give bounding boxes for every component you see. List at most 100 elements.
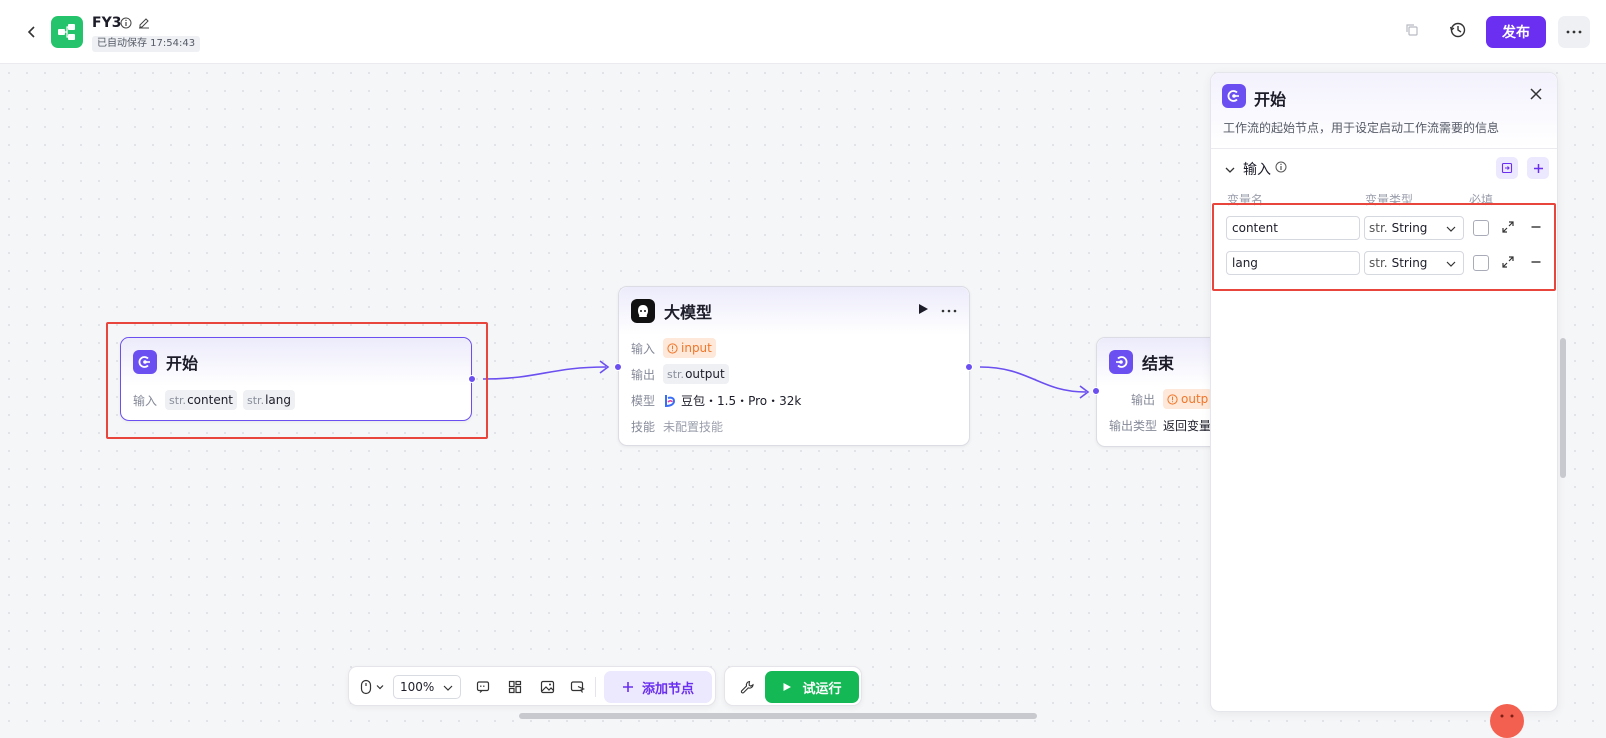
face-icon [1500,714,1514,718]
history-icon[interactable] [1449,21,1467,42]
edge-arrow-llm [599,360,610,374]
comment-icon [476,681,490,693]
close-icon[interactable] [1529,87,1543,104]
select-cursor-icon [570,681,585,693]
chevron-down-icon [376,685,383,690]
autosave-status: 已自动保存 17:54:43 [92,36,201,52]
chevron-down-icon [443,685,453,691]
end-icon [1116,356,1128,368]
comment-button[interactable] [469,667,497,707]
vertical-scrollbar[interactable] [1560,338,1566,478]
llm-output-label: 输出 [631,367,656,382]
warning-icon [667,342,678,354]
doubao-logo-icon [665,394,676,407]
llm-model-value: 豆包・1.5・Pro・32k [681,393,802,408]
plus-icon [1533,163,1543,173]
start-node-title: 开始 [166,354,199,373]
input-label: 输入 [133,393,158,408]
info-icon[interactable] [1275,161,1287,176]
input-chip-content: str. content [165,390,238,410]
edge-start-to-llm [482,366,607,380]
app-logo [51,16,83,48]
start-icon [138,356,150,368]
llm-input-handle[interactable] [614,363,622,371]
llm-input-row: 输入 input [619,335,969,361]
interaction-mode-button[interactable] [357,667,387,707]
panel-description: 工作流的起始节点，用于设定启动工作流需要的信息 [1223,121,1500,135]
llm-model-icon [638,305,648,317]
publish-button[interactable]: 发布 [1486,16,1546,48]
zoom-select[interactable]: 100% [393,675,461,699]
end-output-chip: outp [1163,389,1213,409]
more-horizontal-icon[interactable] [941,301,957,317]
start-node-inputs-row: 输入 str. content str. lang [121,387,471,413]
mouse-icon [360,679,371,695]
import-icon [1501,162,1513,174]
chevron-left-icon [27,26,35,38]
llm-node-header: 大模型 [619,287,969,335]
select-area-button[interactable] [563,667,591,707]
assistant-avatar[interactable] [1490,704,1524,738]
edge-llm-to-end [979,366,1087,393]
end-output-type-label: 输出类型 [1109,418,1158,433]
add-node-button[interactable]: 添加节点 [604,671,712,703]
plus-icon [622,682,633,692]
warning-icon [1167,393,1178,405]
import-variables-button[interactable] [1496,157,1518,179]
debug-tools-button[interactable] [733,667,761,707]
end-node-title: 结束 [1142,354,1175,373]
llm-output-row: 输出 str. output [619,361,969,387]
image-icon [540,680,554,694]
canvas-toolbar: 100% 添加节点 [348,666,716,706]
more-horizontal-icon [1566,30,1582,34]
add-variable-button[interactable] [1527,157,1549,179]
test-run-label: 试运行 [802,681,842,697]
input-section-title: 输入 [1243,162,1271,178]
llm-skill-label: 技能 [631,419,656,434]
start-icon [1227,90,1239,102]
llm-node-title: 大模型 [664,303,713,322]
panel-title: 开始 [1254,90,1287,109]
llm-input-label: 输入 [631,341,656,356]
edit-icon[interactable] [138,17,150,32]
llm-output-chip: str. output [663,364,729,384]
start-node-icon [133,350,157,374]
section-collapse-icon[interactable] [1225,163,1235,177]
play-icon [783,683,792,691]
layout-grid-icon [508,680,522,694]
llm-skill-row: 技能 未配置技能 [619,413,969,439]
llm-input-chip: input [663,338,716,358]
top-header: FY3 已自动保存 17:54:43 发布 [0,0,1606,64]
start-node[interactable]: 开始 输入 str. content str. lang [120,337,476,421]
copy-icon[interactable] [1404,22,1420,41]
llm-model-label: 模型 [631,393,656,408]
llm-output-handle[interactable] [965,363,973,371]
llm-model-row: 模型 豆包・1.5・Pro・32k [619,387,969,413]
panel-node-icon [1222,84,1246,108]
end-output-type-value: 返回变量 [1163,418,1212,433]
test-run-button[interactable]: 试运行 [765,671,859,703]
add-node-label: 添加节点 [641,681,694,697]
llm-node[interactable]: 大模型 输入 input 输出 str. output 模型 豆包・1.5・Pro… [614,286,973,446]
workflow-title: FY3 [92,15,122,31]
end-input-handle[interactable] [1092,387,1100,395]
zoom-value: 100% [400,680,435,694]
input-chip-lang: str. lang [243,390,295,410]
end-node-icon [1109,350,1133,374]
end-output-label: 输出 [1130,392,1155,407]
start-node-header: 开始 [121,338,471,386]
back-button[interactable] [22,22,42,42]
info-icon[interactable] [120,17,132,32]
wrench-icon [740,680,754,693]
llm-skill-value: 未配置技能 [663,419,724,434]
minimap-button[interactable] [533,667,561,707]
llm-node-icon [631,299,655,323]
more-options-button[interactable] [1558,16,1590,48]
play-icon[interactable] [917,303,929,318]
start-output-handle[interactable] [468,375,476,383]
layout-button[interactable] [501,667,529,707]
toolbar-divider [595,677,596,697]
edge-arrow-end [1079,385,1090,399]
panel-header: 开始 工作流的起始节点，用于设定启动工作流需要的信息 [1211,73,1557,149]
horizontal-scrollbar[interactable] [519,713,1037,719]
